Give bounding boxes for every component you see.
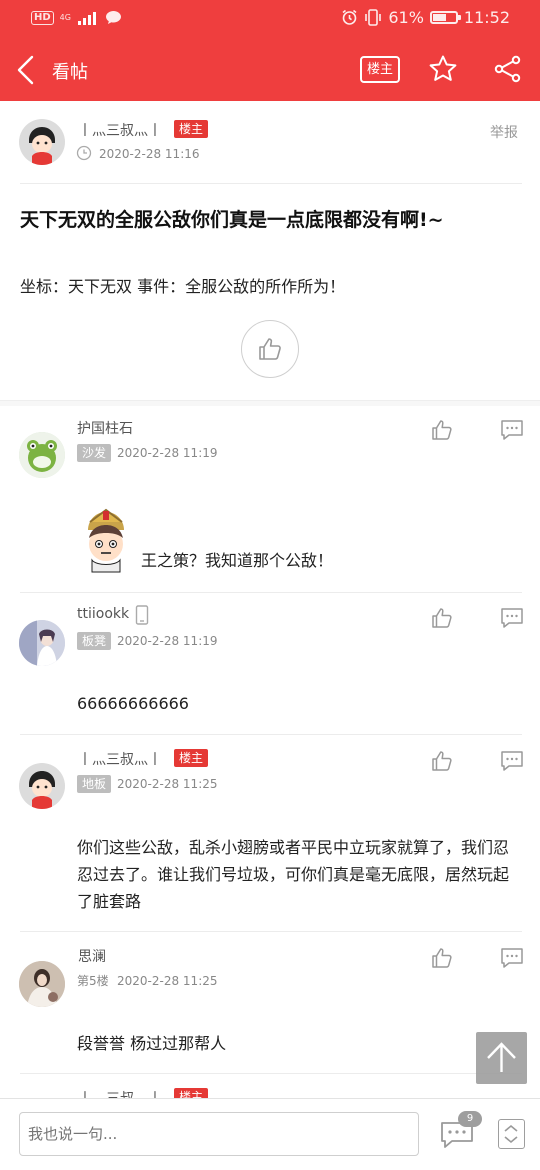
bottom-bar: 9 [0,1098,540,1170]
avatar-image [19,432,65,478]
star-icon[interactable] [428,54,458,84]
floor-badge: 板凳 [77,632,112,650]
like-post-button[interactable] [241,320,299,378]
battery-level [432,14,447,21]
author-name[interactable]: 丨灬三叔灬丨 [78,120,162,140]
floor-navigation-button[interactable] [498,1119,525,1149]
page-title: 看帖 [52,62,88,83]
section-separator [0,400,540,406]
floor-badge: 地板 [77,775,112,793]
network-indicator: 4G [59,12,71,22]
sticker-image [88,508,124,573]
comment-input[interactable] [19,1112,419,1156]
share-icon[interactable] [494,55,522,83]
avatar-image [19,763,65,809]
floor-label: 第5楼 [77,974,109,988]
top-bar: HD 4G 61% 11:52 看帖 楼主 [0,0,540,101]
avatar-image [19,620,65,666]
divider [20,931,522,932]
floor-badge: 沙发 [77,444,112,462]
reply-author[interactable]: 丨灬三叔灬丨 [78,749,162,769]
reply-avatar[interactable] [19,763,65,809]
hd-indicator: HD [31,10,54,25]
reply-author[interactable]: ttiiookk [77,606,129,622]
author-avatar[interactable] [19,119,65,165]
back-icon[interactable] [14,54,40,86]
reply-time: 2020-2-28 11:19 [117,446,218,460]
status-time: 11:52 [463,8,510,27]
avatar-image [19,119,65,165]
message-icon [105,11,121,24]
thumbs-up-icon[interactable] [431,750,453,772]
reply-time: 2020-2-28 11:25 [117,974,218,988]
reply-text: 段誉誉 杨过过那帮人 [77,1034,227,1053]
owner-only-button[interactable]: 楼主 [360,56,400,83]
reply-time: 2020-2-28 11:25 [117,777,218,791]
report-link[interactable]: 举报 [490,122,518,142]
status-right: 61% 11:52 [341,8,510,27]
battery-icon [429,11,461,24]
reply-author[interactable]: 护国柱石 [77,418,133,438]
clock-icon [76,145,92,161]
status-left: HD 4G [31,10,122,25]
reply-avatar[interactable] [19,432,65,478]
arrow-up-icon [487,1042,516,1072]
battery-percent: 61% [388,8,424,27]
owner-badge: 楼主 [174,120,209,138]
reply-icon[interactable] [500,750,524,772]
vibrate-icon [365,9,382,26]
thumbs-up-icon[interactable] [431,419,453,441]
avatar-image [19,961,65,1007]
reply-icon[interactable] [500,947,524,969]
reply-avatar[interactable] [19,961,65,1007]
reply-author[interactable]: 思澜 [78,946,106,966]
comment-count-badge: 9 [458,1111,482,1127]
reply-time: 2020-2-28 11:19 [117,634,218,648]
divider [20,734,522,735]
reply-avatar[interactable] [19,620,65,666]
app-bar: 看帖 楼主 [0,40,540,100]
reply-icon[interactable] [500,607,524,629]
phone-icon [135,605,149,625]
thumbs-up-icon[interactable] [431,607,453,629]
post-body: 坐标：天下无双 事件：全服公敌的所作所为！ [20,277,346,296]
reply-text: 你们这些公敌，乱杀小翅膀或者平民中立玩家就算了，我们忍忍过去了。谁让我们号垃圾，… [77,838,510,911]
divider [20,1073,522,1074]
chevron-up-down-icon [504,1124,518,1144]
status-bar: HD 4G 61% 11:52 [0,0,540,38]
divider [20,592,522,593]
reply-icon[interactable] [500,419,524,441]
scroll-to-top-button[interactable] [476,1032,527,1084]
post-title: 天下无双的全服公敌你们真是一点底限都没有啊!~ [20,209,444,231]
divider [20,183,522,184]
post-time: 2020-2-28 11:16 [99,147,200,161]
thumbs-up-icon[interactable] [431,947,453,969]
reply-text: 66666666666 [77,694,189,713]
reply-text: 王之策？我知道那个公敌！ [141,551,334,570]
thumbs-up-icon [259,338,281,360]
signal-icon [77,11,96,25]
owner-badge: 楼主 [174,749,209,767]
alarm-icon [342,9,357,25]
